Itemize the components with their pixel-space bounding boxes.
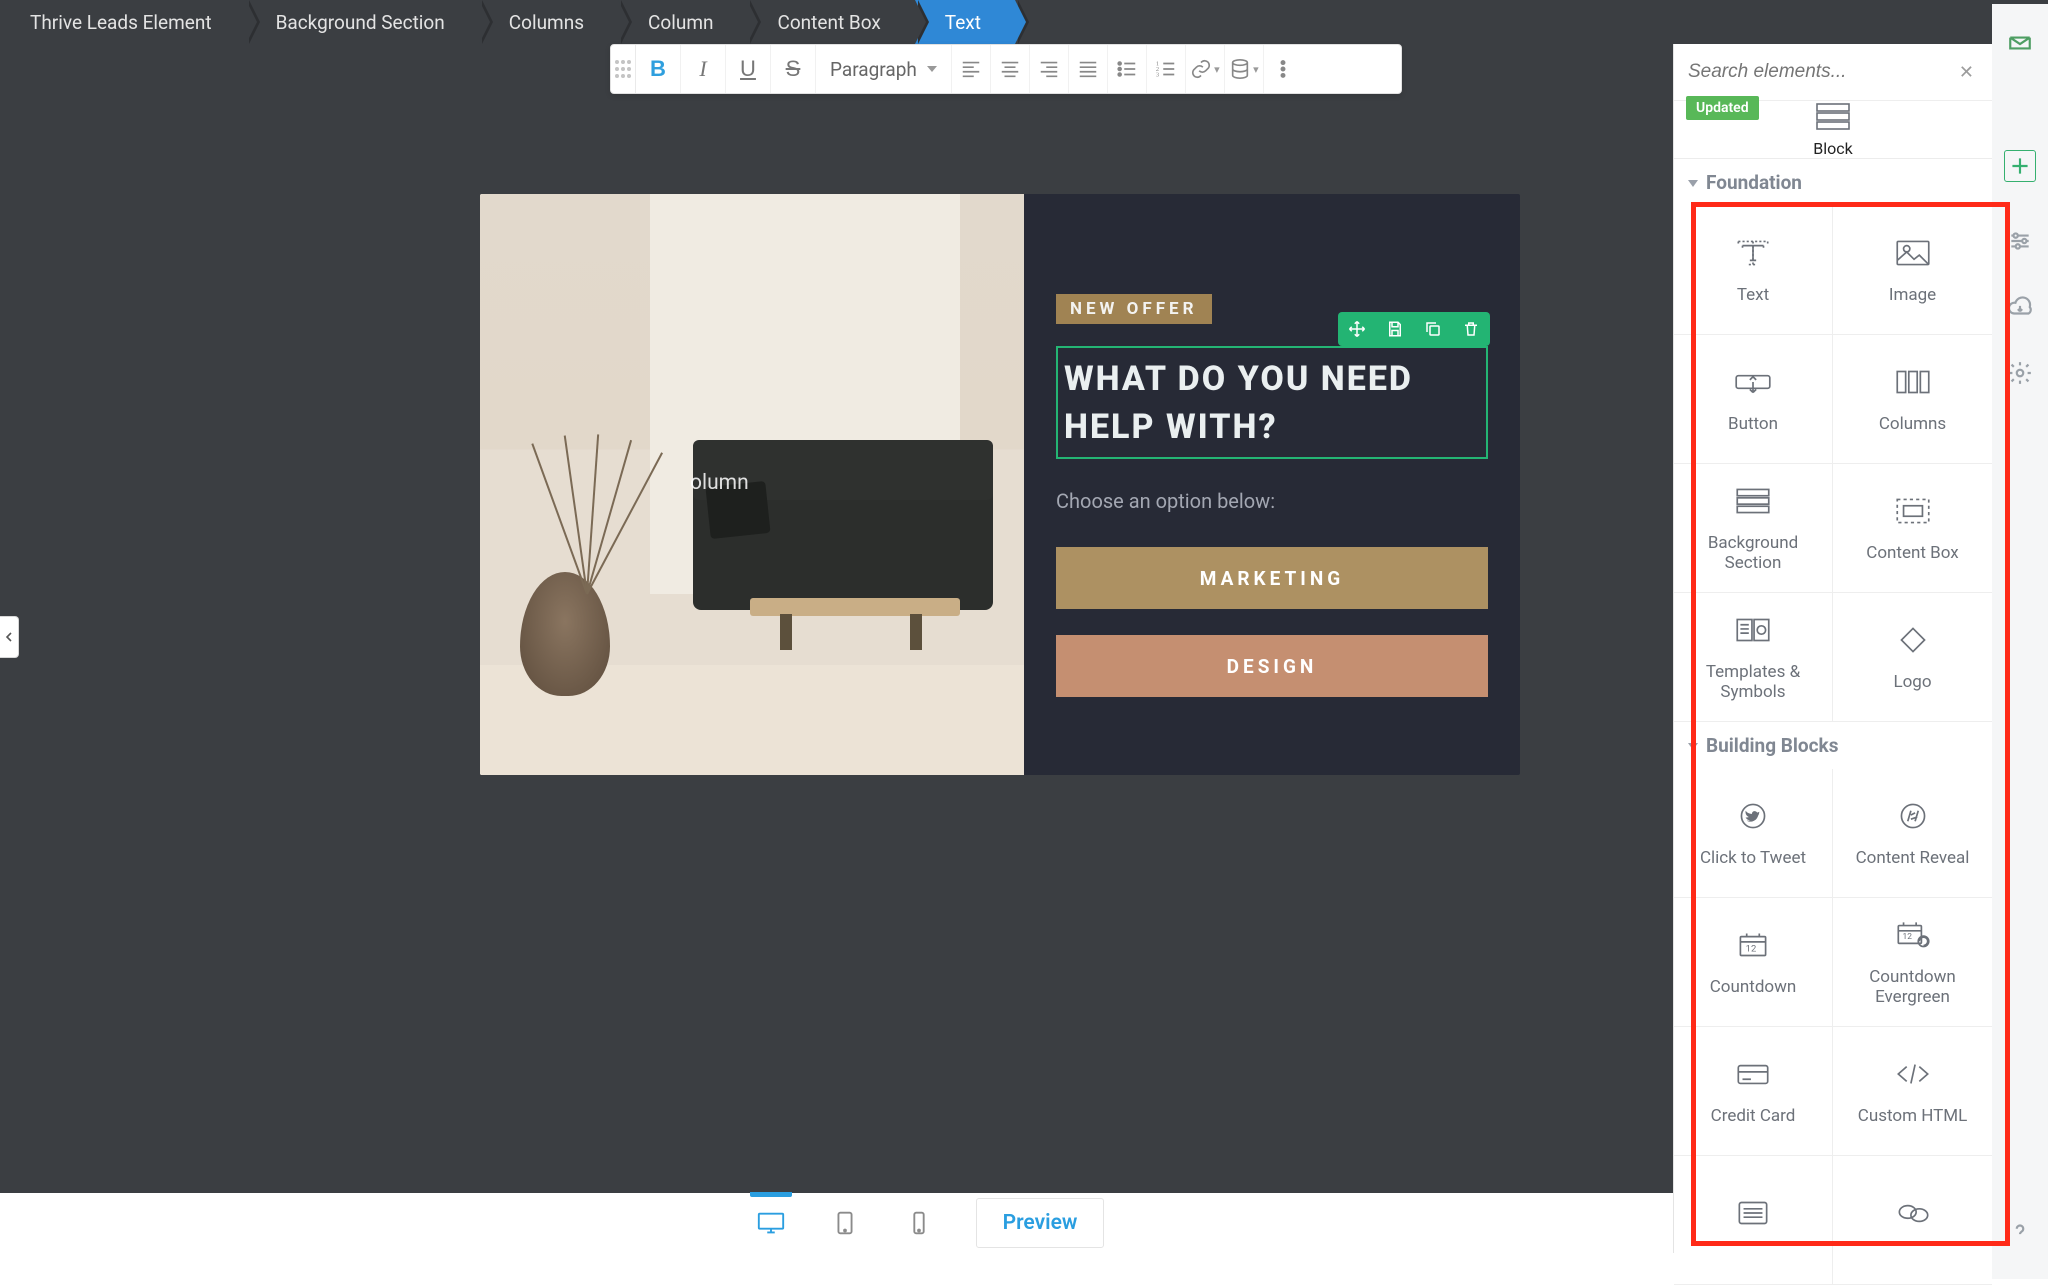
subtext: Choose an option below:	[1056, 489, 1488, 513]
block-label: Block	[1813, 139, 1852, 158]
preview-button[interactable]: Preview	[976, 1198, 1105, 1248]
tablet-device-button[interactable]	[808, 1200, 882, 1246]
marketing-button[interactable]: MARKETING	[1056, 547, 1488, 609]
breadcrumb-bar: Thrive Leads Element Background Section …	[0, 0, 2048, 44]
element-more-2[interactable]	[1833, 1156, 1992, 1285]
building-grid: Click to Tweet Content Reveal 12Countdow…	[1674, 769, 1992, 1285]
section-foundation[interactable]: Foundation	[1674, 159, 1992, 206]
element-text[interactable]: Text	[1674, 206, 1833, 335]
align-center-button[interactable]	[991, 45, 1030, 93]
element-more-1[interactable]	[1674, 1156, 1833, 1285]
headline-text[interactable]: WHAT DO YOU NEED HELP WITH?	[1056, 346, 1488, 459]
text-format-toolbar: B I U S Paragraph 123 ▾ ▾	[610, 44, 1402, 94]
mobile-device-button[interactable]	[882, 1200, 956, 1246]
updated-badge: Updated	[1686, 96, 1759, 120]
element-image[interactable]: Image	[1833, 206, 1992, 335]
italic-button[interactable]: I	[681, 45, 726, 93]
align-right-button[interactable]	[1030, 45, 1069, 93]
svg-text:12: 12	[1746, 943, 1757, 954]
section-building-blocks[interactable]: Building Blocks	[1674, 722, 1992, 769]
settings-sliders-icon[interactable]	[1992, 208, 2048, 274]
element-credit-card[interactable]: Credit Card	[1674, 1027, 1833, 1156]
delete-icon[interactable]	[1452, 312, 1490, 346]
align-justify-button[interactable]	[1069, 45, 1108, 93]
search-input[interactable]	[1686, 54, 1980, 90]
toolbar-drag-handle[interactable]	[611, 45, 636, 93]
card-image-column[interactable]: olumn	[480, 194, 1024, 775]
breadcrumb-item[interactable]: Columns	[479, 0, 618, 44]
element-click-to-tweet[interactable]: Click to Tweet	[1674, 769, 1833, 898]
underline-button[interactable]: U	[726, 45, 771, 93]
element-background-section[interactable]: Background Section	[1674, 464, 1833, 593]
breadcrumb-item[interactable]: Column	[618, 0, 747, 44]
breadcrumb-item[interactable]: Thrive Leads Element	[12, 0, 246, 44]
block-type-label: Paragraph	[830, 58, 917, 81]
move-icon[interactable]	[1338, 312, 1376, 346]
element-content-reveal[interactable]: Content Reveal	[1833, 769, 1992, 898]
element-button[interactable]: Button	[1674, 335, 1833, 464]
strikethrough-button[interactable]: S	[771, 45, 816, 93]
svg-text:3: 3	[1156, 71, 1159, 78]
element-templates-symbols[interactable]: Templates & Symbols	[1674, 593, 1833, 722]
bulleted-list-button[interactable]	[1108, 45, 1147, 93]
design-button[interactable]: DESIGN	[1056, 635, 1488, 697]
more-button[interactable]	[1264, 45, 1302, 93]
desktop-device-button[interactable]	[734, 1200, 808, 1246]
link-button[interactable]: ▾	[1186, 45, 1225, 93]
foundation-grid: Text Image Button Columns Background Sec…	[1674, 206, 1992, 722]
data-button[interactable]: ▾	[1225, 45, 1264, 93]
numbered-list-button[interactable]: 123	[1147, 45, 1186, 93]
align-left-button[interactable]	[952, 45, 991, 93]
device-switch	[734, 1200, 956, 1246]
element-custom-html[interactable]: Custom HTML	[1833, 1027, 1992, 1156]
element-content-box[interactable]: Content Box	[1833, 464, 1992, 593]
drop-placeholder-label: olumn	[690, 471, 749, 495]
element-countdown[interactable]: 12Countdown	[1674, 898, 1833, 1027]
element-countdown-evergreen[interactable]: 12Countdown Evergreen	[1833, 898, 1992, 1027]
breadcrumb-item[interactable]: Background Section	[246, 0, 479, 44]
breadcrumb-item-active[interactable]: Text	[915, 0, 1015, 44]
save-icon[interactable]	[1376, 312, 1414, 346]
elements-search: ✕ Updated	[1674, 44, 1992, 101]
element-logo[interactable]: Logo	[1833, 593, 1992, 722]
card-content-column: NEW OFFER WHAT DO YOU NEED HELP WITH? Ch…	[1024, 194, 1520, 775]
gear-icon[interactable]	[1992, 340, 2048, 406]
help-icon[interactable]	[1992, 1199, 2048, 1265]
element-columns[interactable]: Columns	[1833, 335, 1992, 464]
elements-panel: ✕ Updated Block Foundation Text Image Bu…	[1673, 44, 1992, 1253]
room-image	[480, 194, 1024, 775]
side-toolbar	[1992, 4, 2048, 1279]
chevron-down-icon	[927, 66, 937, 72]
editor-canvas: olumn NEW OFFER WHAT DO YOU NEED HELP WI…	[0, 44, 1838, 1219]
block-type-select[interactable]: Paragraph	[816, 45, 952, 93]
mail-icon[interactable]	[1992, 10, 2048, 76]
svg-text:12: 12	[1902, 932, 1912, 942]
add-element-icon[interactable]	[2004, 150, 2036, 182]
cloud-download-icon[interactable]	[1992, 274, 2048, 340]
bold-button[interactable]: B	[636, 45, 681, 93]
offer-badge: NEW OFFER	[1056, 294, 1212, 324]
breadcrumb-item[interactable]: Content Box	[747, 0, 914, 44]
selection-actions	[1338, 312, 1490, 346]
leads-card: olumn NEW OFFER WHAT DO YOU NEED HELP WI…	[480, 194, 1520, 775]
clear-search-icon[interactable]: ✕	[1959, 62, 1974, 83]
duplicate-icon[interactable]	[1414, 312, 1452, 346]
device-preview-bar: Preview	[0, 1193, 1838, 1253]
collapse-panel-tab[interactable]	[0, 616, 19, 658]
